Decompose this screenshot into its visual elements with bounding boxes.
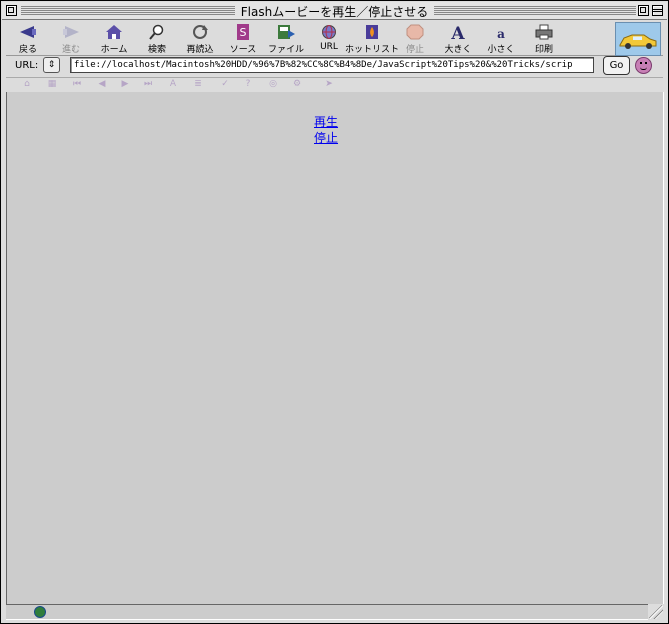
window-title: Flashムービーを再生／停止させる [234,5,435,19]
svg-text:a: a [497,27,505,40]
pt-settings-icon[interactable]: ⚙ [292,80,302,89]
address-bar: URL: ⇕ file://localhost/Macintosh%20HDD/… [6,56,663,76]
print-label: 印刷 [534,45,553,55]
globe-icon [34,606,46,618]
pt-arrow-icon[interactable]: ➤ [324,80,334,89]
forward-icon [63,26,79,38]
collapse-box[interactable] [652,5,663,16]
car-logo-icon [619,34,657,49]
url-input[interactable]: file://localhost/Macintosh%20HDD/%96%7B%… [70,57,594,73]
larger-text-icon: A [450,24,465,40]
zoom-box[interactable] [638,5,649,16]
pt-globe-icon[interactable]: ◎ [268,80,278,89]
smaller-text-icon: a [497,27,505,40]
pt-help-icon[interactable]: ? [243,80,253,89]
play-link[interactable]: 再生 [314,113,338,130]
browser-logo[interactable] [615,22,661,56]
browser-window: Flashムービーを再生／停止させる 戻る 進む ホーム 検索 再読込 S ソー… [0,0,669,624]
resize-handle[interactable] [649,605,663,619]
url-icon [322,25,336,39]
personal-toolbar: ⌂ ▦ ⏮ ◀ ▶ ⏭ A ≣ ✓ ? ◎ ⚙ ➤ [6,77,663,93]
home-icon [106,25,122,39]
pt-home-icon[interactable]: ⌂ [22,80,32,89]
status-face-icon [635,57,652,74]
pt-list-icon[interactable]: ≣ [193,80,203,89]
stop-icon [406,24,424,40]
pt-text-icon[interactable]: A [168,80,178,89]
title-bar[interactable]: Flashムービーを再生／停止させる [2,2,667,20]
url-history-popup[interactable]: ⇕ [43,57,60,73]
svg-text:A: A [450,24,465,40]
stop-link[interactable]: 停止 [314,129,338,146]
page-content: 再生 停止 [6,92,664,604]
navigation-toolbar: 戻る 進む ホーム 検索 再読込 S ソース ファイル URL ホットリスト 停… [6,21,663,56]
go-button[interactable]: Go [603,56,630,75]
hotlist-icon [366,25,378,39]
source-icon: S [237,24,249,40]
window-title-wrap: Flashムービーを再生／停止させる [2,3,667,20]
pt-first-icon[interactable]: ⏮ [72,80,82,89]
pt-next-icon[interactable]: ▶ [120,80,130,89]
pt-check-icon[interactable]: ✓ [220,80,230,89]
back-icon [20,26,36,38]
pt-last-icon[interactable]: ⏭ [143,80,153,89]
file-icon [278,25,295,39]
svg-text:S: S [240,26,247,39]
updown-arrows-icon: ⇕ [47,60,56,70]
status-bar [6,604,648,620]
print-button[interactable]: 印刷 [522,23,566,55]
search-icon [149,24,164,40]
print-icon [535,24,553,40]
reload-icon [193,25,208,39]
pt-grid-icon[interactable]: ▦ [47,80,57,89]
pt-prev-icon[interactable]: ◀ [97,80,107,89]
url-field-label: URL: [15,60,39,71]
